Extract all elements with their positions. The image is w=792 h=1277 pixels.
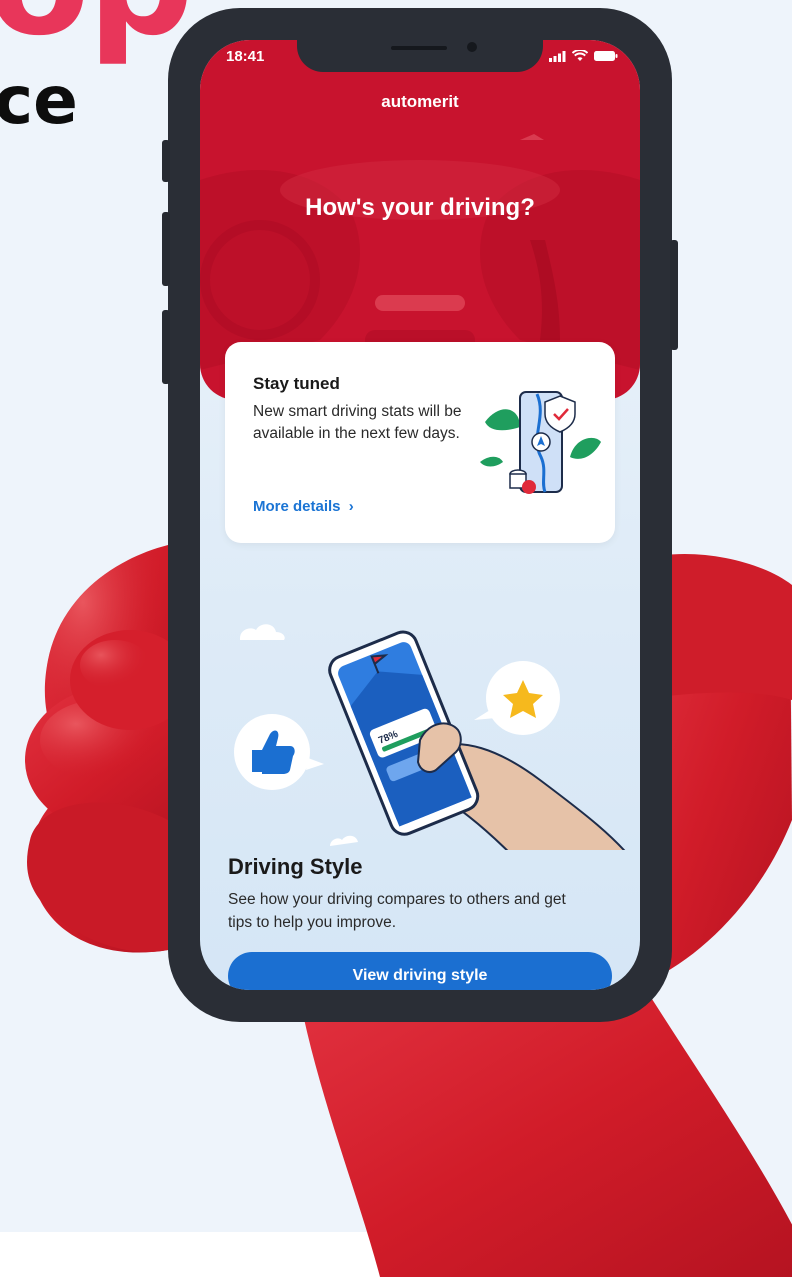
driving-style-illustration: 78%: [234, 624, 626, 850]
status-icons: [549, 50, 618, 62]
driving-style-title: Driving Style: [228, 854, 363, 879]
stay-tuned-card: Stay tuned New smart driving stats will …: [225, 342, 615, 543]
leaf-icon: [485, 409, 520, 431]
signal-icon: [549, 50, 566, 62]
driving-style-description: See how your driving compares to others …: [228, 891, 566, 931]
phone-screen: 18:41 automerit How's your driving? Stay…: [200, 40, 640, 990]
phone-notch: [297, 40, 543, 72]
chevron-right-icon: ›: [348, 498, 354, 515]
brand-name: automerit: [381, 92, 459, 111]
wifi-icon: [572, 50, 588, 61]
phone-volume-up: [162, 212, 170, 286]
speaker-grille: [391, 46, 447, 50]
front-camera: [467, 42, 477, 52]
leaf-icon: [570, 437, 601, 459]
battery-icon: [594, 51, 618, 61]
phone-volume-down: [162, 310, 170, 384]
more-details-link[interactable]: More details ›: [253, 498, 354, 515]
view-driving-style-button[interactable]: View driving style: [228, 952, 612, 990]
card-title: Stay tuned: [253, 374, 340, 393]
phone-side-button: [162, 140, 170, 182]
card-body: New smart driving stats will be availabl…: [253, 403, 462, 442]
status-time: 18:41: [226, 48, 265, 65]
phone-power-button: [670, 240, 678, 350]
more-details-label: More details: [253, 498, 341, 515]
page-title: How's your driving?: [305, 194, 535, 221]
map-phone-illustration: [480, 391, 601, 494]
